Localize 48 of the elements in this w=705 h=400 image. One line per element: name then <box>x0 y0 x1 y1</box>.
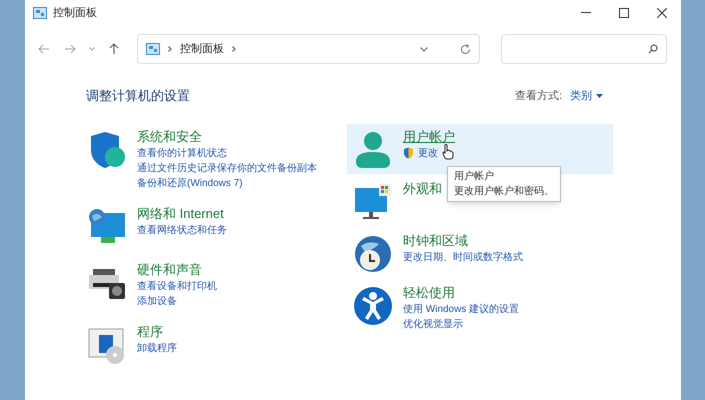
breadcrumb-item[interactable]: 控制面板 <box>180 40 224 58</box>
view-by-label: 查看方式: <box>514 88 562 104</box>
category-title-link[interactable]: 系统和安全 <box>137 128 202 146</box>
category-title-link[interactable]: 程序 <box>137 322 163 340</box>
chevron-down-icon <box>89 47 95 51</box>
maximize-icon <box>619 8 629 18</box>
chevron-right-icon <box>232 46 236 52</box>
hand-cursor-icon <box>442 144 454 160</box>
shield-icon <box>403 147 414 159</box>
chevron-right-icon <box>168 46 172 52</box>
forward-arrow-icon <box>64 44 76 54</box>
category-link[interactable]: 查看网络状态和任务 <box>137 222 227 238</box>
globe-clock-icon <box>353 234 393 274</box>
category-link[interactable]: 使用 Windows 建议的设置 <box>403 302 520 316</box>
window-title: 控制面板 <box>53 6 97 21</box>
up-arrow-icon <box>109 43 119 55</box>
category-title-link[interactable]: 时钟和区域 <box>403 232 468 250</box>
page-heading: 调整计算机的设置 <box>86 87 190 105</box>
category-link[interactable]: 添加设备 <box>137 294 177 308</box>
address-bar[interactable]: 控制面板 <box>137 34 480 64</box>
category-title-link[interactable]: 硬件和声音 <box>137 260 202 278</box>
category-link[interactable]: 备份和还原(Windows 7) <box>137 176 243 190</box>
category-link[interactable]: 查看你的计算机状态 <box>137 146 227 160</box>
chevron-down-icon <box>420 46 428 52</box>
category-link[interactable]: 更改 <box>418 146 438 160</box>
category-link[interactable]: 查看设备和打印机 <box>137 278 217 294</box>
back-arrow-icon <box>38 44 50 54</box>
search-icon <box>648 44 658 54</box>
view-by-dropdown[interactable]: 类别 <box>570 88 603 104</box>
search-field[interactable] <box>501 34 667 64</box>
user-icon <box>353 130 393 170</box>
tooltip-text: 更改用户帐户和密码。 <box>454 184 554 199</box>
category-title-link[interactable]: 用户帐户 <box>403 128 455 146</box>
category-link[interactable]: 更改日期、时间或数字格式 <box>403 250 523 264</box>
category-title-link[interactable]: 外观和 <box>403 180 442 198</box>
accessibility-icon <box>353 286 393 326</box>
category-link[interactable]: 通过文件历史记录保存你的文件备份副本 <box>137 160 317 176</box>
close-icon <box>657 8 667 18</box>
control-panel-icon <box>146 43 160 55</box>
monitor-tiles-icon <box>353 182 393 222</box>
category-title-link[interactable]: 网络和 Internet <box>137 204 224 222</box>
minimize-icon <box>581 12 591 14</box>
category-title-link[interactable]: 轻松使用 <box>403 284 455 302</box>
caret-icon <box>596 94 603 98</box>
category-link[interactable]: 优化视觉显示 <box>403 316 463 332</box>
refresh-icon <box>460 44 471 54</box>
category-link[interactable]: 卸载程序 <box>137 340 177 356</box>
control-panel-icon <box>33 7 47 19</box>
